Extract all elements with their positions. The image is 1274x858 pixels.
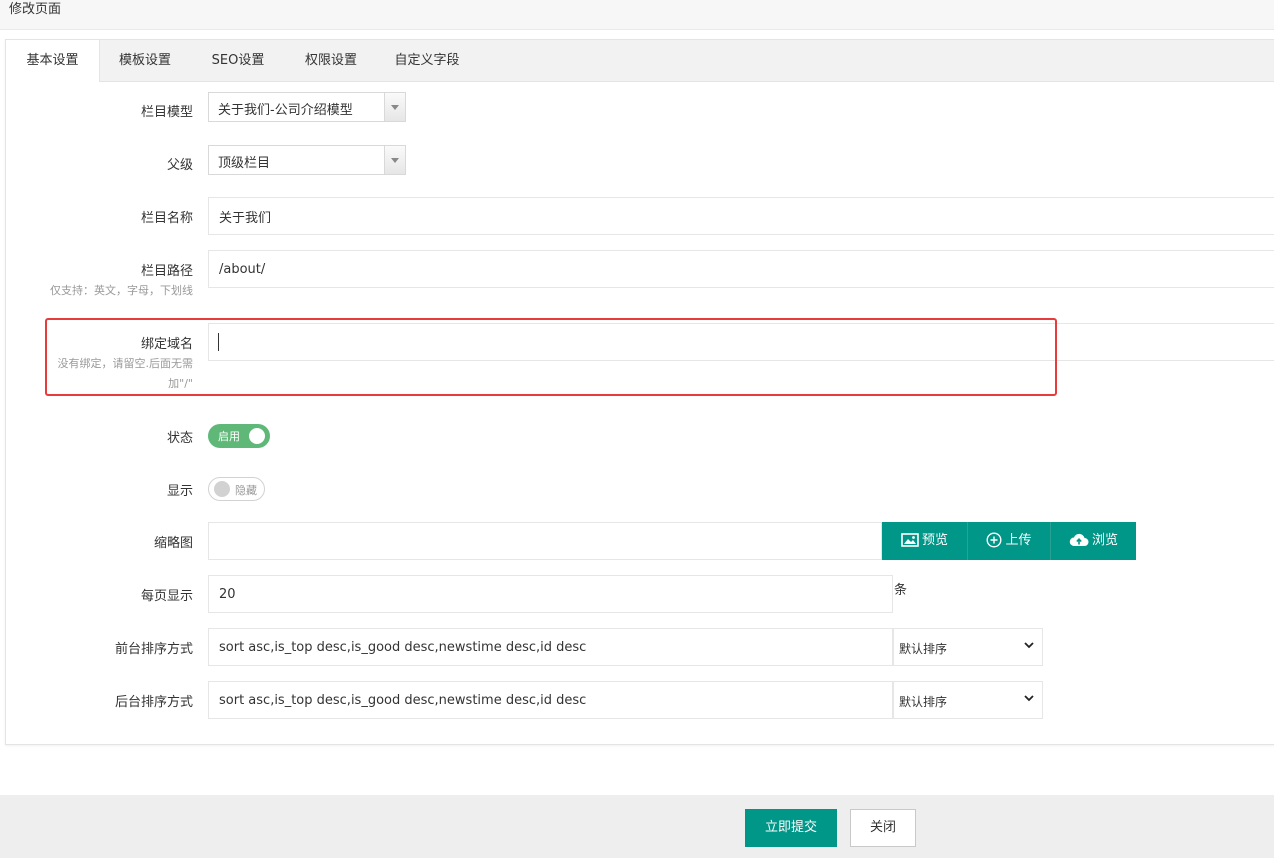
front-sort-select-value: 默认排序	[899, 642, 948, 656]
back-sort-select-value: 默认排序	[899, 695, 948, 709]
path-input[interactable]	[208, 250, 1274, 288]
chevron-down-icon	[384, 146, 405, 174]
tab-custom-fields[interactable]: 自定义字段	[376, 40, 478, 81]
tab-bar: 基本设置 模板设置 SEO设置 权限设置 自定义字段	[6, 40, 1274, 82]
highlight-box	[45, 318, 1057, 396]
model-select-value: 关于我们-公司介绍模型	[218, 103, 353, 118]
thumbnail-label: 缩略图	[153, 536, 193, 551]
status-toggle-text: 启用	[218, 430, 240, 443]
upload-button-label: 上传	[1005, 533, 1032, 548]
tab-template-settings[interactable]: 模板设置	[100, 40, 190, 81]
status-toggle[interactable]: 启用	[208, 424, 270, 448]
back-sort-select[interactable]: 默认排序	[893, 681, 1043, 719]
tab-basic-settings[interactable]: 基本设置	[6, 40, 100, 82]
preview-button[interactable]: 预览	[882, 522, 968, 560]
name-input[interactable]	[208, 197, 1274, 235]
tab-permission-settings[interactable]: 权限设置	[286, 40, 376, 81]
parent-label: 父级	[166, 158, 193, 173]
parent-select[interactable]: 顶级栏目	[208, 145, 406, 175]
model-label: 栏目模型	[140, 105, 193, 120]
close-button[interactable]: 关闭	[850, 809, 916, 847]
path-hint: 仅支持：英文，字母，下划线	[50, 284, 193, 297]
tab-seo-settings[interactable]: SEO设置	[190, 40, 286, 81]
name-label: 栏目名称	[140, 211, 193, 226]
cloud-upload-icon	[1069, 533, 1089, 546]
toggle-knob	[249, 428, 265, 444]
chevron-down-icon	[384, 93, 405, 121]
front-sort-label: 前台排序方式	[114, 642, 193, 657]
back-sort-input[interactable]	[208, 681, 893, 719]
display-toggle[interactable]: 隐藏	[208, 477, 265, 501]
toggle-knob	[214, 481, 230, 497]
browse-button[interactable]: 浏览	[1051, 522, 1136, 560]
chevron-down-icon	[1024, 695, 1034, 702]
plus-circle-icon	[986, 531, 1002, 548]
browse-button-label: 浏览	[1091, 533, 1118, 548]
display-label: 显示	[166, 484, 193, 499]
per-page-input[interactable]	[208, 575, 893, 613]
parent-select-value: 顶级栏目	[218, 156, 271, 171]
submit-button[interactable]: 立即提交	[745, 809, 837, 847]
per-page-label: 每页显示	[140, 589, 193, 604]
front-sort-input[interactable]	[208, 628, 893, 666]
chevron-down-icon	[1024, 642, 1034, 649]
status-label: 状态	[166, 431, 193, 446]
per-page-unit: 条	[894, 583, 908, 598]
thumbnail-input[interactable]	[208, 522, 882, 560]
model-select[interactable]: 关于我们-公司介绍模型	[208, 92, 406, 122]
page-header: 修改页面	[0, 0, 1274, 30]
footer-bar	[0, 795, 1274, 858]
preview-button-label: 预览	[921, 533, 948, 548]
image-icon	[901, 532, 919, 547]
back-sort-label: 后台排序方式	[114, 695, 193, 710]
display-toggle-text: 隐藏	[235, 484, 257, 497]
front-sort-select[interactable]: 默认排序	[893, 628, 1043, 666]
page-title: 修改页面	[9, 2, 62, 17]
upload-button[interactable]: 上传	[968, 522, 1051, 560]
path-label: 栏目路径	[140, 264, 193, 279]
